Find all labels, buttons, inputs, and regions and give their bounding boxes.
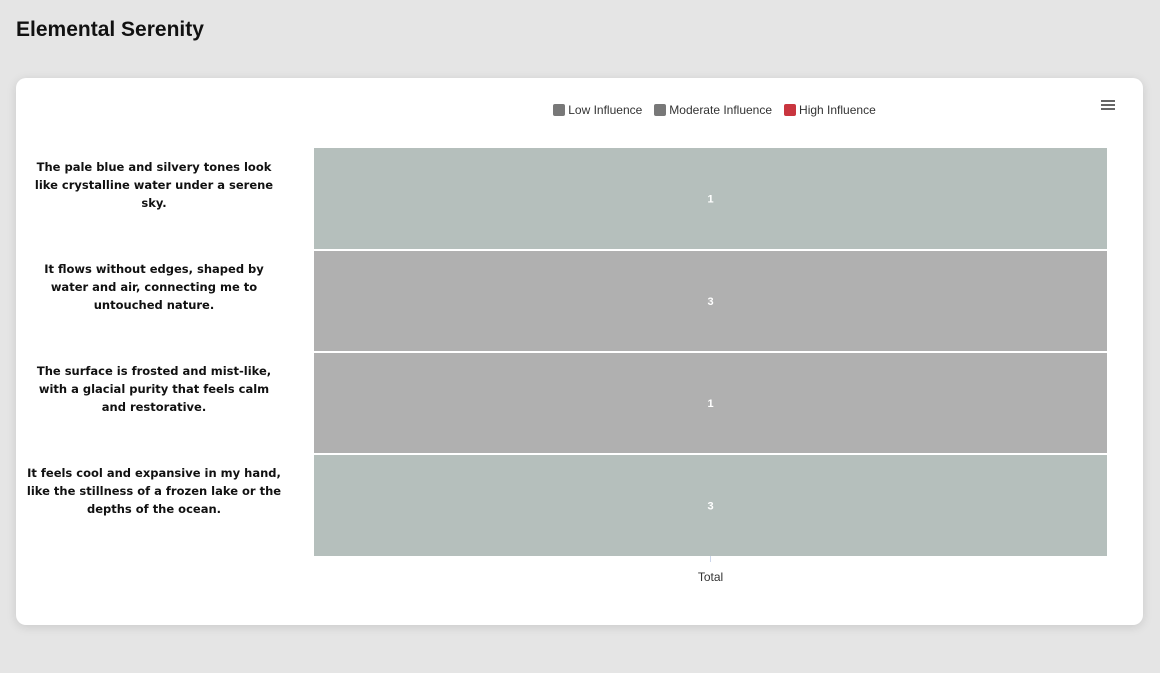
chart-card: Low Influence Moderate Influence High In…: [16, 78, 1143, 625]
x-axis-label: Total: [698, 570, 723, 584]
data-label-3: 1: [707, 398, 713, 410]
category-label-3: The surface is frosted and mist-like, wi…: [36, 364, 272, 414]
data-label-4: 3: [707, 501, 713, 513]
category-label-1: The pale blue and silvery tones look lik…: [34, 160, 274, 210]
data-label-1: 1: [707, 194, 713, 206]
data-label-2: 3: [707, 296, 713, 308]
page-title: Elemental Serenity: [16, 18, 204, 41]
category-label-4: It feels cool and expansive in my hand, …: [26, 466, 282, 516]
category-label-2: It flows without edges, shaped by water …: [44, 262, 264, 312]
